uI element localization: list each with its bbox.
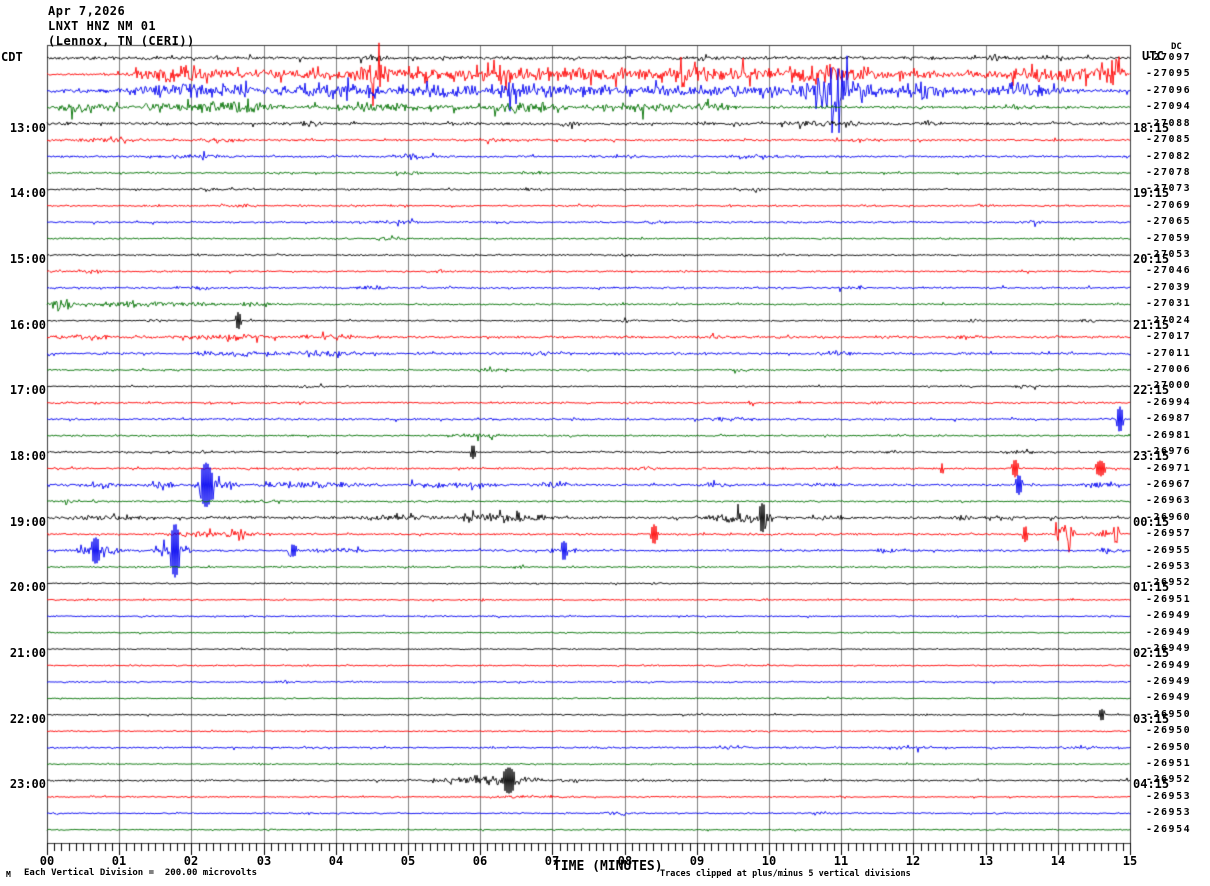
cdt-hour-label: 21:00: [9, 646, 46, 660]
dc-offset-value: -27006: [1146, 364, 1192, 375]
cdt-hour-label: 15:00: [9, 252, 46, 266]
minute-tick-label: 15: [1122, 854, 1138, 868]
dc-offset-value: -26971: [1146, 463, 1192, 474]
scale-note: Each Vertical Division = 200.00 microvol…: [24, 868, 257, 878]
dc-offset-value: -26955: [1146, 545, 1192, 556]
seismogram-canvas: [0, 0, 1210, 886]
dc-offset-value: -27078: [1146, 167, 1192, 178]
x-axis-title: TIME (MINUTES): [553, 859, 663, 874]
dc-offset-value: -26953: [1146, 791, 1192, 802]
dc-offset-value: -27095: [1146, 68, 1192, 79]
dc-offset-value: -27082: [1146, 151, 1192, 162]
dc-offset-value: -27094: [1146, 101, 1192, 112]
dc-offset-value: -27046: [1146, 265, 1192, 276]
dc-offset-value: -27059: [1146, 233, 1192, 244]
minute-tick-label: 14: [1050, 854, 1066, 868]
minute-tick-label: 04: [328, 854, 344, 868]
dc-offset-value: -27088: [1146, 118, 1192, 129]
dc-offset-value: -27024: [1146, 315, 1192, 326]
minute-tick-label: 12: [905, 854, 921, 868]
minute-tick-label: 02: [183, 854, 199, 868]
dc-offset-value: -27065: [1146, 216, 1192, 227]
minute-tick-label: 06: [472, 854, 488, 868]
cdt-hour-label: 22:00: [9, 712, 46, 726]
dc-offset-value: -27097: [1146, 52, 1192, 63]
dc-offset-value: -27000: [1146, 380, 1192, 391]
dc-offset-value: -26950: [1146, 709, 1192, 720]
dc-offset-value: -27017: [1146, 331, 1192, 342]
dc-offset-value: -26950: [1146, 725, 1192, 736]
dc-offset-value: -26951: [1146, 594, 1192, 605]
cdt-hour-label: 23:00: [9, 777, 46, 791]
dc-offset-value: -27085: [1146, 134, 1192, 145]
dc-offset-value: -27096: [1146, 85, 1192, 96]
minute-tick-label: 01: [111, 854, 127, 868]
minute-tick-label: 05: [400, 854, 416, 868]
cdt-hour-label: 18:00: [9, 449, 46, 463]
cdt-hour-label: 17:00: [9, 383, 46, 397]
cdt-hour-label: 20:00: [9, 580, 46, 594]
station-code: LNXT HNZ NM 01: [48, 19, 157, 33]
cdt-hour-label: 16:00: [9, 318, 46, 332]
clip-note: Traces clipped at plus/minus 5 vertical …: [660, 869, 911, 879]
dc-offset-value: -26949: [1146, 692, 1192, 703]
minute-tick-label: 03: [256, 854, 272, 868]
plot-date: Apr 7,2026: [48, 4, 126, 18]
dc-offset-value: -26953: [1146, 807, 1192, 818]
corner-glyph: M: [6, 870, 11, 879]
dc-offset-value: -27073: [1146, 183, 1192, 194]
dc-offset-value: -26960: [1146, 512, 1192, 523]
dc-offset-value: -26949: [1146, 643, 1192, 654]
cdt-hour-label: 13:00: [9, 121, 46, 135]
dc-offset-value: -26949: [1146, 660, 1192, 671]
left-timezone-label: CDT: [1, 50, 23, 64]
dc-offset-value: -26957: [1146, 528, 1192, 539]
station-location: (Lennox, TN (CERI)): [48, 34, 195, 48]
minute-tick-label: 00: [39, 854, 55, 868]
dc-offset-value: -26949: [1146, 610, 1192, 621]
dc-offset-value: -26967: [1146, 479, 1192, 490]
cdt-hour-label: 19:00: [9, 515, 46, 529]
dc-offset-value: -27039: [1146, 282, 1192, 293]
dc-offset-value: -26987: [1146, 413, 1192, 424]
minute-tick-label: 10: [761, 854, 777, 868]
dc-offset-value: -27069: [1146, 200, 1192, 211]
dc-offset-value: -26951: [1146, 758, 1192, 769]
dc-offset-value: -26954: [1146, 824, 1192, 835]
dc-offset-value: -27011: [1146, 348, 1192, 359]
minute-tick-label: 13: [978, 854, 994, 868]
dc-offset-value: -27053: [1146, 249, 1192, 260]
helicorder-page: Apr 7,2026 LNXT HNZ NM 01 (Lennox, TN (C…: [0, 0, 1210, 886]
dc-offset-value: -26976: [1146, 446, 1192, 457]
dc-offset-value: -26949: [1146, 627, 1192, 638]
dc-offset-value: -26950: [1146, 742, 1192, 753]
minute-tick-label: 11: [833, 854, 849, 868]
dc-offset-value: -26953: [1146, 561, 1192, 572]
cdt-hour-label: 14:00: [9, 186, 46, 200]
dc-offset-value: -26963: [1146, 495, 1192, 506]
dc-offset-value: -26949: [1146, 676, 1192, 687]
dc-offset-value: -27031: [1146, 298, 1192, 309]
dc-offset-value: -26981: [1146, 430, 1192, 441]
minute-tick-label: 09: [689, 854, 705, 868]
dc-offset-value: -26952: [1146, 774, 1192, 785]
dc-offset-value: -26994: [1146, 397, 1192, 408]
dc-offset-value: -26952: [1146, 577, 1192, 588]
